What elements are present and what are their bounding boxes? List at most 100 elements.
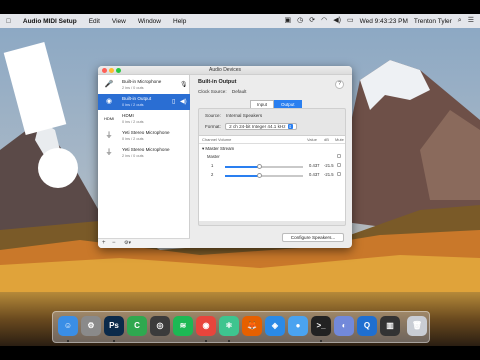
remove-device-button[interactable]: − [112, 240, 116, 246]
header-divider [199, 143, 345, 144]
exclamation-mark-dot [38, 148, 78, 188]
terminal-icon[interactable]: >_ [311, 316, 331, 336]
device-list: 🎤 Built-in Microphone 2 ins / 0 outs 🎙 ◉… [98, 75, 190, 248]
volume-slider[interactable] [225, 173, 303, 178]
device-name: Built-in Output [122, 96, 152, 101]
running-indicator [228, 340, 230, 342]
channel-label: Master [207, 154, 220, 159]
menu-app-name[interactable]: Audio MIDI Setup [17, 18, 83, 25]
header-value: Value [307, 137, 317, 142]
format-select[interactable]: 2 ch 24-bit Integer 44.1 kHz ⇕ [225, 123, 297, 130]
menubar-user[interactable]: Trenton Tyler [414, 18, 452, 25]
source-label: Source: [205, 113, 221, 118]
add-device-button[interactable]: + [102, 240, 106, 246]
device-hdmi[interactable]: HDMI HDMI 0 ins / 2 outs [98, 111, 190, 127]
configure-speakers-button[interactable]: Configure Speakers... [282, 233, 344, 242]
volume-slider-knob[interactable] [256, 173, 262, 178]
list-icon[interactable]: ☰ [468, 14, 474, 28]
speaker-icon: ◉ [105, 98, 113, 105]
volume-row-2: 2 0.437 -21.5 [199, 171, 345, 179]
running-indicator [205, 340, 207, 342]
source-row: Source: Internal Speakers [205, 113, 262, 118]
chevron-updown-icon: ⇕ [287, 124, 293, 129]
device-yeti-output[interactable]: ⏚ Yeti Stereo Microphone 0 ins / 2 outs [98, 128, 190, 144]
volume-slider-knob[interactable] [256, 164, 262, 169]
device-yeti-input[interactable]: ⏚ Yeti Stereo Microphone 2 ins / 0 outs [98, 145, 190, 161]
minimize-button[interactable] [109, 68, 114, 73]
volume-db: -21.5 [324, 172, 334, 177]
battery-icon[interactable]: ▭ [347, 14, 354, 28]
discord-icon[interactable]: ◐ [334, 316, 354, 336]
volume-slider-fill [225, 175, 260, 177]
menu-view[interactable]: View [106, 18, 132, 25]
firefox-icon[interactable]: 🦊 [242, 316, 262, 336]
header-channel-volume: Channel Volume [202, 137, 232, 142]
motion-icon[interactable]: ◎ [150, 316, 170, 336]
format-label: Format: [205, 124, 221, 129]
clock-source-value[interactable]: Default [232, 89, 247, 94]
volume-row-master: Master [199, 153, 345, 161]
window-titlebar[interactable]: Audio Devices [98, 66, 352, 75]
finder-icon[interactable]: ☺ [58, 316, 78, 336]
volume-slider-fill [225, 166, 260, 168]
system-preferences-icon[interactable]: ⚙ [81, 316, 101, 336]
sync-icon[interactable]: ⟳ [309, 14, 315, 28]
volume-db: -21.5 [324, 163, 334, 168]
volume-icon[interactable]: ◀) [333, 14, 341, 28]
mute-checkbox[interactable] [337, 172, 341, 176]
camtasia-icon[interactable]: C [127, 316, 147, 336]
sidebar-footer: + − ⚙▾ [98, 238, 190, 248]
device-detail-pane: Built-in Output Clock Source: Default ? … [190, 75, 352, 248]
menu-help[interactable]: Help [167, 18, 192, 25]
device-name: Yeti Stereo Microphone [122, 147, 170, 152]
menu-bar:  Audio MIDI Setup Edit View Window Help… [0, 14, 480, 28]
close-button[interactable] [102, 68, 107, 73]
volume-row-1: 1 0.437 -21.5 [199, 162, 345, 170]
device-io-count: 0 ins / 2 outs [122, 120, 144, 124]
gear-icon[interactable]: ⚙▾ [124, 240, 131, 246]
device-built-in-microphone[interactable]: 🎤 Built-in Microphone 2 ins / 0 outs 🎙 [98, 77, 190, 93]
quicktime-icon[interactable]: Q [357, 316, 377, 336]
device-io-count: 2 ins / 0 outs [122, 154, 144, 158]
volume-slider[interactable] [225, 164, 303, 169]
system-sound-badge-icon: ◀) [180, 99, 187, 105]
screen-record-icon[interactable]: ▣ [285, 14, 292, 28]
search-icon[interactable]: ⌕ [458, 14, 462, 28]
menubar-clock[interactable]: Wed 9:43:23 PM [360, 18, 408, 25]
volume-value: 0.437 [309, 172, 320, 177]
source-value: Internal Speakers [226, 113, 263, 118]
chrome-icon[interactable]: ◉ [196, 316, 216, 336]
mute-checkbox[interactable] [337, 154, 341, 158]
help-button[interactable]: ? [335, 80, 344, 89]
menu-window[interactable]: Window [132, 18, 167, 25]
zoom-button[interactable] [116, 68, 121, 73]
desktop:  Audio MIDI Setup Edit View Window Help… [0, 0, 480, 360]
channel-label: 1 [211, 163, 214, 168]
device-built-in-output[interactable]: ◉ Built-in Output 0 ins / 2 outs ▯ ◀) [98, 94, 190, 110]
piano-icon[interactable]: ▥ [380, 316, 400, 336]
device-name: Yeti Stereo Microphone [122, 130, 170, 135]
menu-edit[interactable]: Edit [83, 18, 106, 25]
input-badge-icon: 🎙 [180, 82, 188, 88]
mute-checkbox[interactable] [337, 163, 341, 167]
trash-icon[interactable]: 🗑 [407, 316, 427, 336]
device-io-count: 2 ins / 0 outs [122, 86, 144, 90]
header-mute: Mute [335, 137, 344, 142]
selected-device-title: Built-in Output [198, 79, 237, 85]
photoshop-icon[interactable]: Ps [104, 316, 124, 336]
usb-icon: ⏚ [105, 132, 113, 139]
format-row: Format: 2 ch 24-bit Integer 44.1 kHz ⇕ [205, 123, 297, 130]
device-name: HDMI [122, 113, 134, 118]
window-title: Audio Devices [209, 67, 241, 73]
spotify-icon[interactable]: ≋ [173, 316, 193, 336]
messages-icon[interactable]: ● [288, 316, 308, 336]
safari-icon[interactable]: ◈ [265, 316, 285, 336]
running-indicator [113, 340, 115, 342]
apple-icon[interactable]:  [0, 18, 17, 25]
clock-icon[interactable]: ◷ [297, 14, 303, 28]
device-name: Built-in Microphone [122, 79, 162, 84]
master-stream-group[interactable]: ▾ Master Stream [202, 146, 234, 152]
hdmi-icon: HDMI [104, 116, 115, 121]
atom-icon[interactable]: ⚛ [219, 316, 239, 336]
wifi-icon[interactable]: ◠ [321, 14, 327, 28]
